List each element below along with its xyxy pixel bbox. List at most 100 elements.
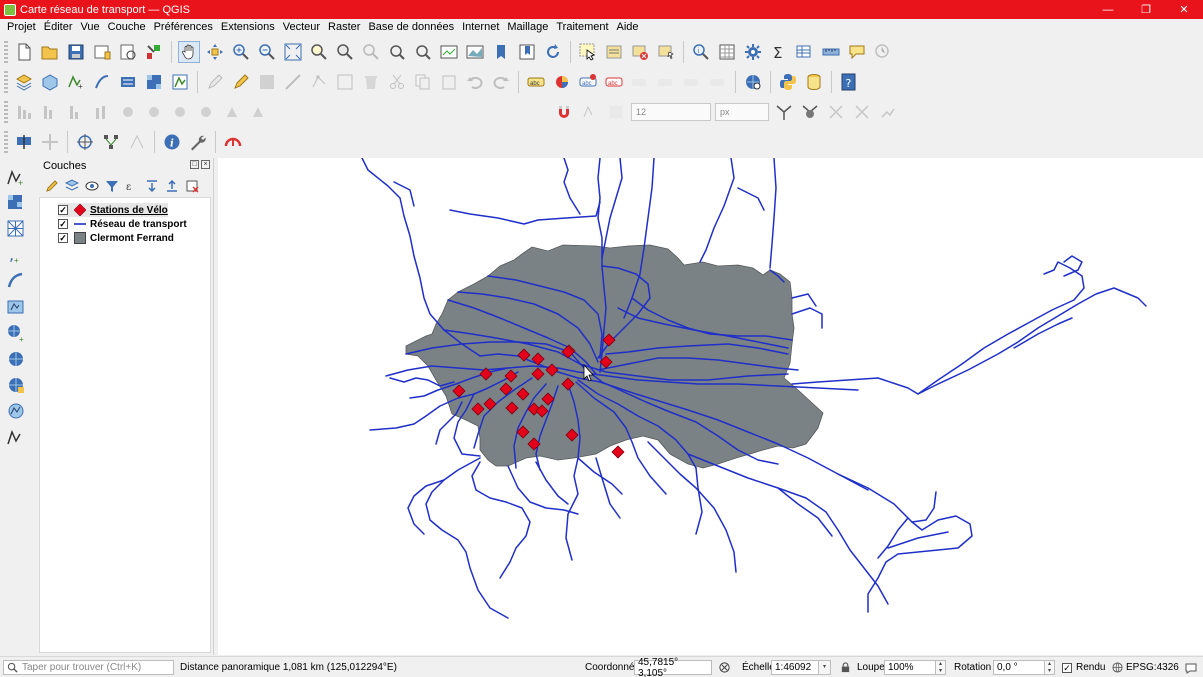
attribute-table-dropdown-icon[interactable] — [794, 41, 816, 63]
redo-icon[interactable] — [490, 71, 512, 93]
expand-all-icon[interactable] — [144, 178, 160, 194]
layout-manager-icon[interactable] — [117, 41, 139, 63]
pan-to-selection-icon[interactable] — [204, 41, 226, 63]
copy-features-icon[interactable] — [412, 71, 434, 93]
rotation-field[interactable]: 0,0 ° — [993, 660, 1045, 675]
snapping-unit-select[interactable]: px — [715, 103, 769, 121]
refresh-icon[interactable] — [542, 41, 564, 63]
close-button[interactable]: ✕ — [1165, 0, 1203, 19]
magnifier-spinner[interactable]: ▴ ▾ — [936, 660, 946, 675]
scale-field[interactable]: 1:46092 — [771, 660, 819, 675]
new-project-icon[interactable] — [13, 41, 35, 63]
show-hide-labels-icon[interactable] — [655, 71, 677, 93]
layer-item-clermont-ferrand[interactable]: ✓ Clermont Ferrand — [58, 231, 174, 245]
highlight-pinned-labels-icon[interactable]: abc — [577, 71, 599, 93]
db-manager-icon[interactable] — [803, 71, 825, 93]
layer-visibility-checkbox[interactable]: ✓ — [58, 219, 68, 229]
layer-item-stations-de-velo[interactable]: ✓ Stations de Vélo — [58, 203, 168, 217]
zoom-to-selection-icon[interactable] — [308, 41, 330, 63]
new-geopackage-layer-icon[interactable] — [39, 71, 61, 93]
locator-input[interactable]: Taper pour trouver (Ctrl+K) — [3, 660, 174, 675]
show-unplaced-labels-icon[interactable]: abc — [603, 71, 625, 93]
zoom-last-icon[interactable] — [386, 41, 408, 63]
add-wcs-layer-icon[interactable] — [4, 374, 28, 396]
zoom-next-icon[interactable] — [412, 41, 434, 63]
rotation-spinner[interactable]: ▴ ▾ — [1045, 660, 1055, 675]
menu-extensions[interactable]: Extensions — [217, 19, 279, 36]
processing-toolbox-icon[interactable] — [742, 41, 764, 63]
add-delimited-text-layer-icon[interactable]: , + — [4, 244, 28, 266]
crs-button[interactable]: EPSG:4326 — [1112, 660, 1179, 675]
scale-dropdown-icon[interactable]: ▾ — [819, 660, 831, 675]
snapping-layers-icon[interactable] — [579, 101, 601, 123]
add-raster-layer-icon[interactable] — [4, 192, 28, 214]
manage-map-themes-icon[interactable] — [84, 178, 100, 194]
add-xyz-layer-icon[interactable] — [4, 400, 28, 422]
menu-editer[interactable]: Éditer — [40, 19, 77, 36]
self-snapping-icon[interactable] — [877, 101, 899, 123]
menu-raster[interactable]: Raster — [324, 19, 364, 36]
current-edits-icon[interactable] — [204, 71, 226, 93]
save-layer-edits-icon[interactable] — [256, 71, 278, 93]
snap-intersection-icon[interactable] — [799, 101, 821, 123]
layer-visibility-checkbox[interactable]: ✓ — [58, 233, 68, 243]
lock-scale-icon[interactable] — [840, 660, 851, 675]
add-spatialite-layer-icon[interactable] — [4, 270, 28, 292]
deselect-icon[interactable] — [629, 41, 651, 63]
pin-labels-icon[interactable] — [629, 71, 651, 93]
digitize-tool-icon[interactable] — [282, 71, 304, 93]
fill-ring-icon[interactable] — [169, 101, 191, 123]
open-attribute-table-icon[interactable] — [716, 41, 738, 63]
measure-icon[interactable] — [820, 41, 842, 63]
menu-couche[interactable]: Couche — [104, 19, 150, 36]
new-map-view-icon[interactable] — [438, 41, 460, 63]
zoom-in-icon[interactable] — [230, 41, 252, 63]
filter-legend-icon[interactable] — [104, 178, 120, 194]
layer-labeling-options-icon[interactable]: abc — [525, 71, 547, 93]
map-tips-icon[interactable] — [846, 41, 868, 63]
map-canvas[interactable] — [218, 158, 1203, 655]
menu-preferences[interactable]: Préférences — [150, 19, 217, 36]
menu-projet[interactable]: Projet — [3, 19, 40, 36]
add-group-icon[interactable] — [64, 178, 80, 194]
data-source-manager-icon[interactable] — [13, 71, 35, 93]
render-checkbox[interactable]: ✓ — [1062, 662, 1072, 673]
new-bookmark-icon[interactable] — [490, 41, 512, 63]
add-ring-icon[interactable] — [117, 101, 139, 123]
reshape-features-icon[interactable] — [247, 101, 269, 123]
delete-part-icon[interactable] — [221, 101, 243, 123]
menu-internet[interactable]: Internet — [458, 19, 503, 36]
layer-visibility-checkbox[interactable]: ✓ — [58, 205, 68, 215]
identify-features-icon[interactable]: i — [690, 41, 712, 63]
locator-bar[interactable]: Taper pour trouver (Ctrl+K) — [3, 660, 174, 675]
collapse-all-icon[interactable] — [164, 178, 180, 194]
toggle-editing-icon[interactable] — [230, 71, 252, 93]
menu-traitement[interactable]: Traitement — [552, 19, 612, 36]
settings-wrench-icon[interactable] — [187, 131, 209, 153]
undo-icon[interactable] — [464, 71, 486, 93]
statistical-summary-icon[interactable]: Σ — [768, 41, 790, 63]
new-3d-map-view-icon[interactable] — [464, 41, 486, 63]
style-manager-icon[interactable] — [143, 41, 165, 63]
menu-aide[interactable]: Aide — [613, 19, 643, 36]
zoom-out-icon[interactable] — [256, 41, 278, 63]
menu-base-de-donnees[interactable]: Base de données — [364, 19, 458, 36]
tracing-icon[interactable] — [851, 101, 873, 123]
add-vector-layer-icon[interactable] — [169, 71, 191, 93]
georeferencer-icon[interactable] — [39, 131, 61, 153]
add-wms-layer-icon[interactable]: + — [4, 322, 28, 344]
select-by-location-icon[interactable] — [655, 41, 677, 63]
magnifier-field[interactable]: 100% — [884, 660, 936, 675]
avoid-overlap-icon[interactable] — [825, 101, 847, 123]
add-mesh-layer-icon[interactable] — [4, 218, 28, 240]
stop-rendering-icon[interactable] — [222, 131, 244, 153]
add-virtual-layer-icon[interactable] — [4, 296, 28, 318]
layer-item-reseau-de-transport[interactable]: ✓ Réseau de transport — [58, 217, 187, 231]
new-print-layout-icon[interactable] — [91, 41, 113, 63]
quickmapservices-icon[interactable] — [742, 71, 764, 93]
menu-vue[interactable]: Vue — [77, 19, 104, 36]
render-toggle[interactable]: ✓ Rendu — [1062, 660, 1105, 675]
snapping-magnet-icon[interactable] — [553, 101, 575, 123]
vertex-tool-icon[interactable] — [308, 71, 330, 93]
new-temporary-scratch-layer-icon[interactable] — [91, 71, 113, 93]
